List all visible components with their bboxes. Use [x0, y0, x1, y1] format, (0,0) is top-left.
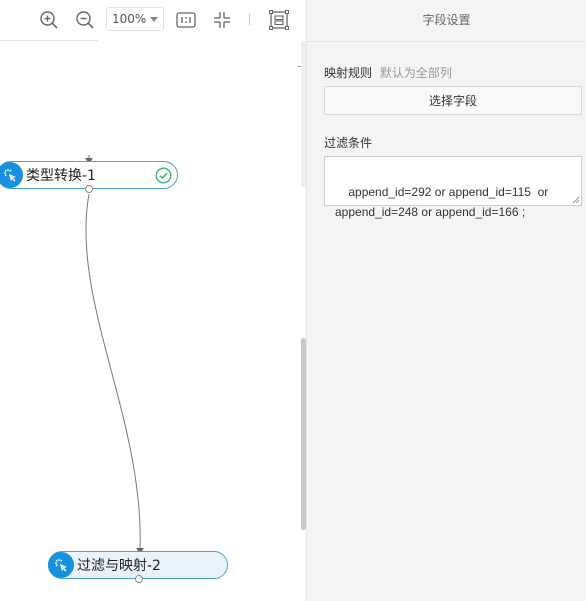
pointer-click-icon: [48, 552, 74, 578]
pointer-click-icon: [0, 162, 23, 188]
mapping-rule-label: 映射规则: [324, 66, 373, 80]
select-fields-button[interactable]: 选择字段: [324, 86, 582, 115]
mapping-rule-row: 映射规则 默认为全部列: [324, 64, 452, 81]
edge-layer: [85, 155, 141, 552]
filter-condition-label: 过滤条件: [324, 136, 373, 150]
filter-condition-value: append_id=292 or append_id=115 or append…: [335, 185, 549, 219]
mapping-rule-hint: 默认为全部列: [379, 66, 452, 80]
panel-title: 字段设置: [307, 0, 586, 42]
field-settings-panel: 字段设置 映射规则 默认为全部列 选择字段 过滤条件 append_id=292…: [306, 0, 586, 601]
node-output-port[interactable]: [85, 185, 93, 193]
node-output-port[interactable]: [135, 575, 143, 583]
workflow-edge[interactable]: [85, 193, 141, 552]
workflow-canvas[interactable]: 100% 类型转换-1 过滤与映射-2: [0, 0, 306, 601]
filter-condition-textarea[interactable]: append_id=292 or append_id=115 or append…: [324, 156, 582, 219]
success-check-icon: [155, 167, 172, 187]
ruler-tick: [298, 66, 301, 67]
node-label: 过滤与映射-2: [77, 558, 161, 574]
resize-handle-icon[interactable]: [572, 196, 580, 204]
node-label: 类型转换-1: [26, 168, 96, 184]
